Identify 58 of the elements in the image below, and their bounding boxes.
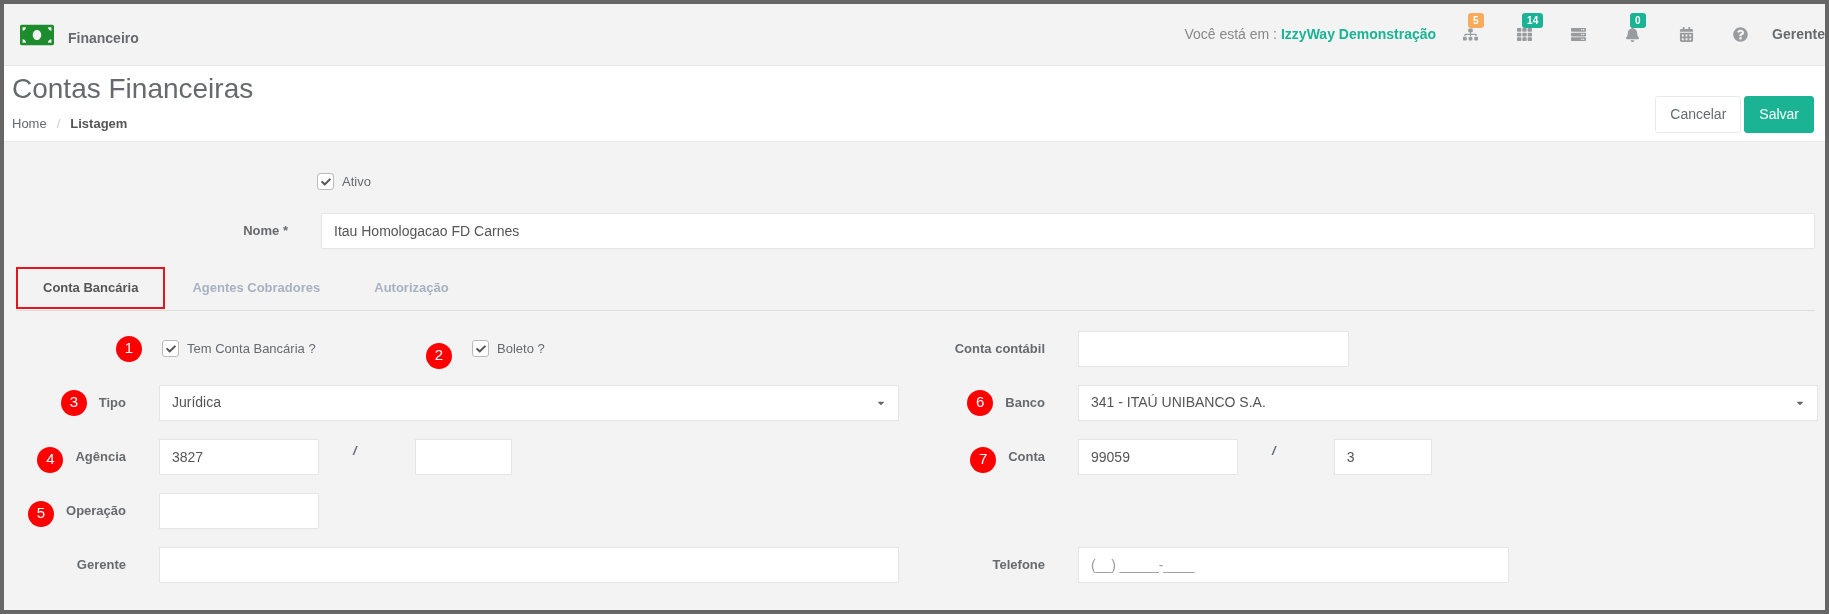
field-label: Banco	[1005, 393, 1045, 412]
field-label: Telefone	[992, 555, 1045, 574]
separator-text: /	[353, 441, 357, 460]
number-marker: 7	[970, 446, 997, 473]
input-field[interactable]	[159, 546, 899, 583]
input-field[interactable]: 3827	[159, 438, 319, 475]
number-marker: 2	[426, 342, 452, 369]
input-field[interactable]: 99059	[1078, 438, 1238, 475]
check-icon	[165, 343, 176, 354]
number-marker: 6	[967, 389, 994, 416]
select-field[interactable]: Jurídica	[159, 384, 899, 421]
field-label: Operação	[66, 501, 126, 520]
breadcrumb-item[interactable]: Home	[12, 113, 47, 133]
number-marker: 3	[60, 389, 87, 416]
breadcrumb-item: Listagem	[70, 114, 128, 133]
count-badge: 14	[1522, 12, 1544, 28]
field-label: Conta contábil	[954, 339, 1045, 358]
checkbox[interactable]	[317, 173, 334, 191]
number-marker: 1	[116, 335, 142, 362]
input-field[interactable]	[159, 492, 319, 529]
tab[interactable]: Conta Bancária	[16, 266, 166, 309]
field-label: Nome *	[243, 221, 288, 240]
check-icon	[320, 176, 331, 187]
checkbox-label: Ativo	[342, 173, 371, 191]
count-badge: 5	[1468, 12, 1484, 28]
cancel-button[interactable]: Cancelar	[1655, 96, 1742, 133]
bell-icon[interactable]	[1624, 27, 1640, 42]
number-marker: 4	[37, 446, 64, 473]
breadcrumb-separator: /	[56, 114, 61, 133]
field-label: Agência	[75, 447, 126, 466]
input-field[interactable]: (__) _____-____	[1078, 546, 1509, 583]
select-value: 341 - ITAÚ UNIBANCO S.A.	[1091, 393, 1266, 412]
checkbox[interactable]	[162, 340, 179, 357]
checkbox[interactable]	[472, 340, 489, 357]
calendar-icon[interactable]	[1678, 27, 1694, 42]
number-marker: 5	[28, 500, 54, 527]
input-field[interactable]	[414, 438, 512, 475]
module-title: Financeiro	[68, 29, 139, 48]
location-label: Você está em :	[1184, 25, 1277, 44]
select-field[interactable]: 341 - ITAÚ UNIBANCO S.A.	[1078, 384, 1818, 421]
field-label: Gerente	[76, 555, 126, 574]
input-field[interactable]: 3	[1333, 438, 1432, 475]
help-icon[interactable]	[1732, 27, 1748, 42]
server-icon[interactable]	[1570, 27, 1586, 42]
checkbox-label: Tem Conta Bancária ?	[187, 339, 316, 358]
count-badge: 0	[1630, 12, 1646, 28]
check-icon	[475, 343, 486, 354]
select-value: Jurídica	[172, 393, 222, 412]
checkbox-label: Boleto ?	[497, 339, 545, 358]
field-label: Conta	[1008, 447, 1045, 466]
page-title: Contas Financeiras	[12, 72, 254, 105]
grid-icon[interactable]	[1516, 27, 1532, 42]
user-name[interactable]: Gerente	[1772, 24, 1825, 45]
field-label: Tipo	[98, 393, 126, 412]
input-field[interactable]: Itau Homologacao FD Carnes	[321, 212, 1815, 249]
sitemap-icon[interactable]	[1462, 27, 1478, 42]
input-field[interactable]	[1078, 330, 1349, 367]
separator-text: /	[1272, 441, 1276, 460]
